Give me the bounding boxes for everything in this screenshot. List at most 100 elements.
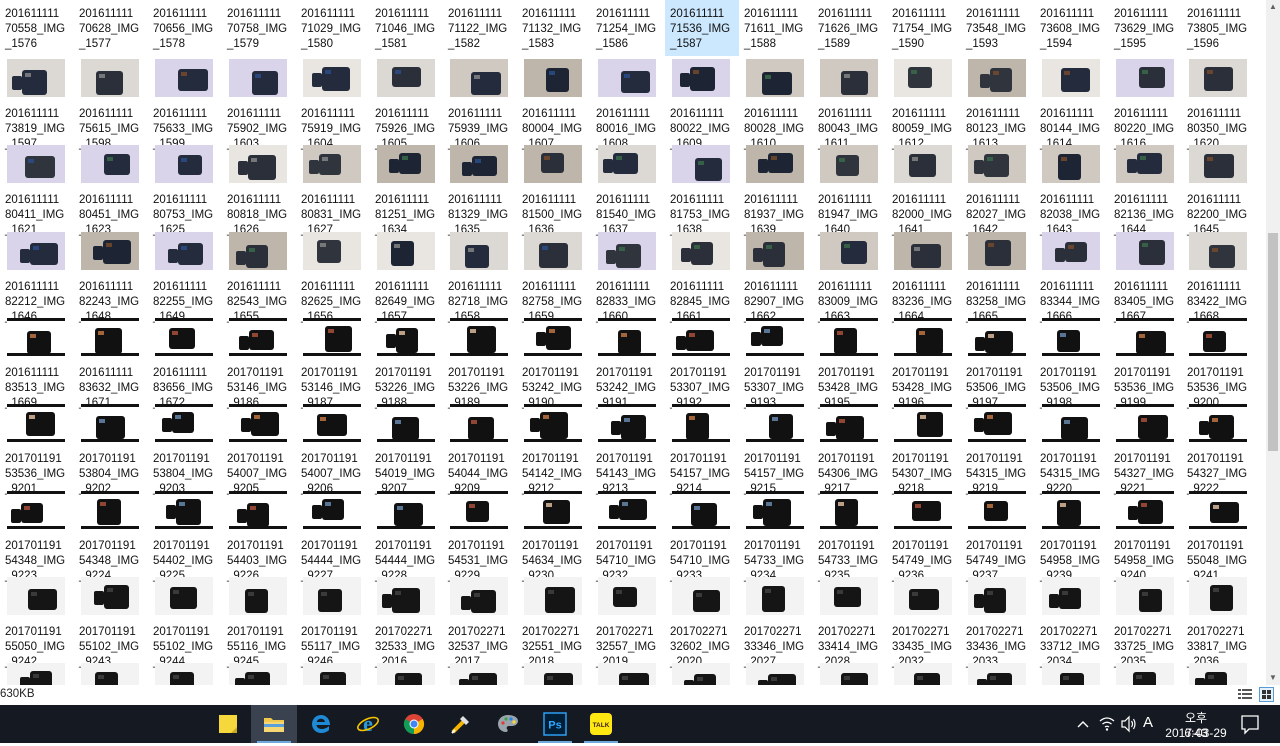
file-item[interactable] [591, 661, 665, 685]
file-item[interactable]: 201611111 73629_IMG _1595 [1109, 0, 1183, 56]
file-item[interactable]: 201701191 54019_IMG _9207 [370, 402, 444, 495]
file-item[interactable]: 201611111 82136_IMG _1644 [1109, 143, 1183, 236]
file-thumbnail[interactable] [746, 145, 804, 183]
file-item[interactable]: 201611111 80411_IMG _1621 [0, 143, 74, 236]
file-item[interactable] [0, 661, 74, 685]
file-thumbnail[interactable] [968, 59, 1026, 97]
taskbar-paint[interactable] [485, 705, 531, 743]
file-thumbnail[interactable] [524, 318, 582, 356]
file-thumbnail[interactable] [746, 232, 804, 270]
file-thumbnail[interactable] [968, 577, 1026, 615]
file-thumbnail[interactable] [672, 318, 730, 356]
file-thumbnail[interactable] [303, 318, 361, 356]
file-item[interactable]: 201611111 83405_IMG _1667 [1109, 230, 1183, 323]
file-thumbnail[interactable] [820, 491, 878, 529]
file-item[interactable]: 201701191 53506_IMG _9198 [1035, 316, 1109, 409]
file-item[interactable]: 201701191 55117_IMG _9246 [296, 575, 370, 668]
file-thumbnail[interactable] [524, 404, 582, 442]
file-item[interactable] [443, 661, 517, 685]
file-item[interactable]: 201611111 71611_IMG _1588 [739, 0, 813, 56]
file-thumbnail[interactable] [524, 232, 582, 270]
file-thumbnail[interactable] [598, 577, 656, 615]
file-item[interactable] [370, 661, 444, 685]
file-item[interactable]: 201611111 71122_IMG _1582 [443, 0, 517, 56]
file-item[interactable]: 201611111 80831_IMG _1627 [296, 143, 370, 236]
scrollbar-thumb[interactable] [1268, 233, 1278, 451]
file-item[interactable]: 201611111 71536_IMG _1587 [665, 0, 739, 56]
taskbar-edge[interactable] [298, 705, 344, 743]
file-thumbnail[interactable] [1189, 577, 1247, 615]
file-thumbnail[interactable] [820, 145, 878, 183]
file-item[interactable]: 201611111 75633_IMG _1599 [148, 57, 222, 150]
file-item[interactable]: 201701191 54958_IMG _9240 [1109, 489, 1183, 582]
file-item[interactable]: 201611111 83344_IMG _1666 [1035, 230, 1109, 323]
file-item[interactable]: 201701191 53242_IMG _9191 [591, 316, 665, 409]
file-thumbnail[interactable] [1116, 145, 1174, 183]
file-item[interactable]: 201701191 54634_IMG _9230 [517, 489, 591, 582]
file-thumbnail[interactable] [450, 577, 508, 615]
file-item[interactable]: 201702271 32537_IMG _2017 [443, 575, 517, 668]
file-thumbnail[interactable] [672, 663, 730, 685]
taskbar-internet-explorer[interactable]: e [345, 705, 391, 743]
file-thumbnail[interactable] [377, 232, 435, 270]
file-thumbnail[interactable] [1189, 232, 1247, 270]
file-thumbnail[interactable] [968, 404, 1026, 442]
file-thumbnail[interactable] [672, 232, 730, 270]
file-thumbnail[interactable] [1042, 145, 1100, 183]
file-thumbnail[interactable] [377, 59, 435, 97]
file-thumbnail[interactable] [968, 318, 1026, 356]
file-item[interactable]: 201611111 81753_IMG _1638 [665, 143, 739, 236]
file-item[interactable]: 201701191 53536_IMG _9200 [1182, 316, 1256, 409]
file-item[interactable] [222, 661, 296, 685]
file-thumbnail[interactable] [450, 318, 508, 356]
file-thumbnail[interactable] [7, 145, 65, 183]
file-item[interactable]: 201702271 32557_IMG _2019 [591, 575, 665, 668]
file-thumbnail[interactable] [894, 59, 952, 97]
file-item[interactable]: 201701191 53146_IMG _9186 [222, 316, 296, 409]
file-thumbnail[interactable] [303, 491, 361, 529]
file-item[interactable]: 201701191 54531_IMG _9229 [443, 489, 517, 582]
file-thumbnail[interactable] [229, 404, 287, 442]
file-item[interactable]: 201611111 81251_IMG _1634 [370, 143, 444, 236]
file-thumbnail[interactable] [229, 145, 287, 183]
file-thumbnail[interactable] [81, 59, 139, 97]
file-thumbnail[interactable] [894, 491, 952, 529]
file-item[interactable]: 201701191 54327_IMG _9222 [1182, 402, 1256, 495]
file-item[interactable]: 201702271 33817_IMG _2036 [1182, 575, 1256, 668]
file-thumbnail[interactable] [377, 145, 435, 183]
file-thumbnail[interactable] [820, 318, 878, 356]
file-item[interactable]: 201611111 80451_IMG _1623 [74, 143, 148, 236]
file-item[interactable]: 201701191 54403_IMG _9226 [222, 489, 296, 582]
file-thumbnail[interactable] [1189, 491, 1247, 529]
file-item[interactable]: 201611111 75902_IMG _1603 [222, 57, 296, 150]
file-thumbnail[interactable] [1189, 145, 1247, 183]
file-item[interactable]: 201611111 70558_IMG _1576 [0, 0, 74, 56]
file-thumbnail[interactable] [155, 491, 213, 529]
file-item[interactable]: 201701191 55102_IMG _9244 [148, 575, 222, 668]
file-thumbnail[interactable] [1116, 232, 1174, 270]
scroll-up-arrow-icon[interactable]: ▲ [1266, 0, 1280, 14]
file-item[interactable]: 201611111 73805_IMG _1596 [1182, 0, 1256, 56]
file-item[interactable]: 201702271 32602_IMG _2020 [665, 575, 739, 668]
file-item[interactable]: 201611111 82845_IMG _1661 [665, 230, 739, 323]
file-item[interactable]: 201701191 55048_IMG _9241 [1182, 489, 1256, 582]
file-thumbnail[interactable] [1189, 318, 1247, 356]
file-item[interactable]: 201611111 70628_IMG _1577 [74, 0, 148, 56]
file-item[interactable]: 201611111 71626_IMG _1589 [813, 0, 887, 56]
file-item[interactable]: 201611111 80043_IMG _1611 [813, 57, 887, 150]
file-thumbnail[interactable] [1116, 577, 1174, 615]
file-item[interactable]: 201701191 54044_IMG _9209 [443, 402, 517, 495]
file-item[interactable]: 201611111 83422_IMG _1668 [1182, 230, 1256, 323]
file-thumbnail[interactable] [303, 232, 361, 270]
file-thumbnail[interactable] [155, 577, 213, 615]
file-thumbnail[interactable] [155, 318, 213, 356]
file-thumbnail[interactable] [524, 577, 582, 615]
file-item[interactable]: 201701191 53804_IMG _9202 [74, 402, 148, 495]
file-thumbnail[interactable] [1116, 491, 1174, 529]
file-item[interactable]: 201702271 33436_IMG _2033 [961, 575, 1035, 668]
file-item[interactable]: 201611111 80028_IMG _1610 [739, 57, 813, 150]
file-thumbnail[interactable] [746, 318, 804, 356]
file-item[interactable]: 201701191 54402_IMG _9225 [148, 489, 222, 582]
file-thumbnail[interactable] [524, 145, 582, 183]
file-item[interactable]: 201701191 54157_IMG _9215 [739, 402, 813, 495]
